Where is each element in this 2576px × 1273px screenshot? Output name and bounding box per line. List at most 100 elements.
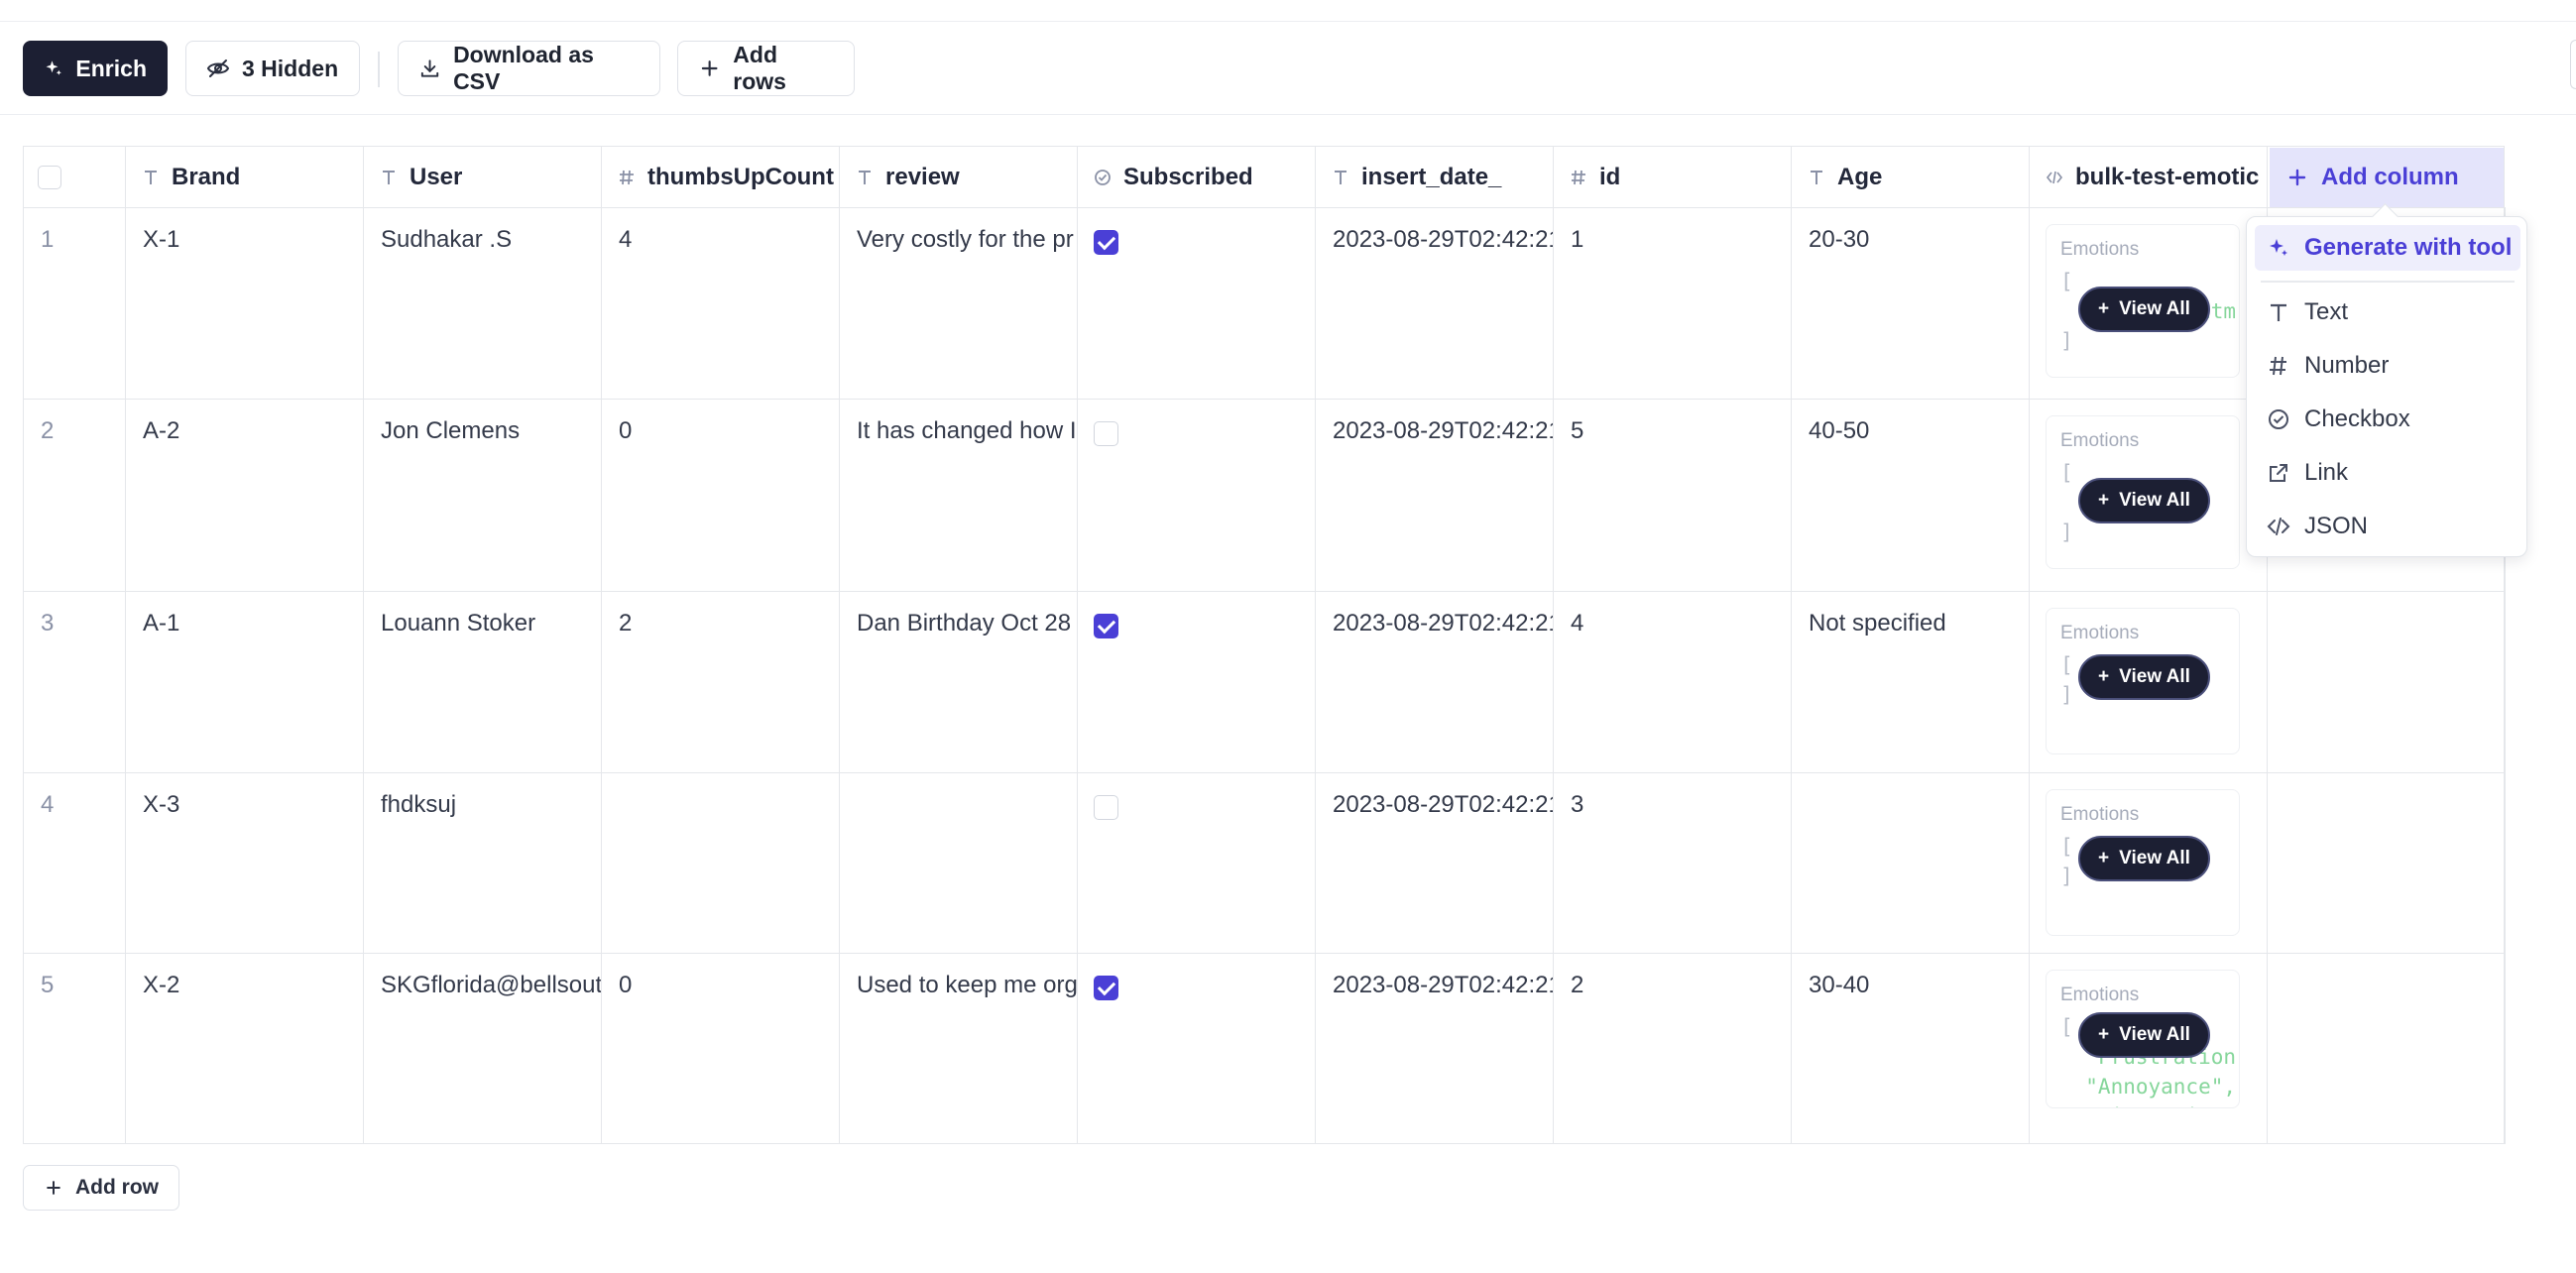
download-csv-button[interactable]: Download as CSV <box>398 41 660 96</box>
enrich-button[interactable]: Enrich <box>23 41 168 96</box>
external-link-icon <box>2270 464 2287 482</box>
cell-brand[interactable]: X-1 <box>126 208 364 399</box>
hidden-columns-button[interactable]: 3 Hidden <box>185 41 360 96</box>
cell-thumbs[interactable]: 0 <box>602 954 840 1143</box>
view-all-button[interactable]: + View All <box>2078 478 2210 523</box>
toolbar: Enrich 3 Hidden Download as CSV Add rows <box>0 22 2576 115</box>
plus-icon <box>2288 169 2306 186</box>
code-icon <box>2267 518 2290 535</box>
column-label: Brand <box>172 164 241 190</box>
cell-insert-date[interactable]: 2023-08-29T02:42:21. <box>1316 954 1554 1143</box>
cell-id[interactable]: 3 <box>1554 773 1792 953</box>
cell-user[interactable]: Louann Stoker <box>364 592 602 772</box>
cell-subscribed[interactable] <box>1078 773 1316 953</box>
add-rows-label: Add rows <box>733 42 786 94</box>
cell-emotions[interactable]: Emotions[ "Disappointm]+View All <box>2030 208 2268 399</box>
add-column-button[interactable]: Add column <box>2270 148 2504 207</box>
cell-subscribed[interactable] <box>1078 208 1316 399</box>
cell-age[interactable]: 20-30 <box>1792 208 2030 399</box>
column-header-thumbsupcount[interactable]: thumbsUpCount <box>602 147 840 208</box>
cell-user[interactable]: Sudhakar .S <box>364 208 602 399</box>
cell-review[interactable]: It has changed how I <box>840 400 1078 591</box>
menu-item-json[interactable]: JSON <box>2255 504 2520 549</box>
cell-emotions[interactable]: Emotions[ "Joy"]+View All <box>2030 400 2268 591</box>
column-header-user[interactable]: User <box>364 147 602 208</box>
cell-subscribed[interactable] <box>1078 592 1316 772</box>
cell-id[interactable]: 1 <box>1554 208 1792 399</box>
column-header-insert-date[interactable]: insert_date_ <box>1316 147 1554 208</box>
cell-age[interactable] <box>1792 773 2030 953</box>
column-header-age[interactable]: Age <box>1792 147 2030 208</box>
cell-review[interactable]: Used to keep me org <box>840 954 1078 1143</box>
cell-num: 4 <box>24 773 126 953</box>
cell-emotions[interactable]: Emotions[ "Frustration", "Annoyance", "D… <box>2030 954 2268 1143</box>
menu-item-generate-with-tool[interactable]: Generate with tool <box>2255 225 2520 271</box>
view-all-button[interactable]: + View All <box>2078 287 2210 332</box>
emotions-json-preview: Emotions[ "Disappointm]+View All <box>2046 224 2240 378</box>
cell-subscribed[interactable] <box>1078 400 1316 591</box>
checkbox-type-icon <box>2269 409 2288 429</box>
cell-id[interactable]: 4 <box>1554 592 1792 772</box>
subscribed-checkbox[interactable] <box>1094 976 1118 1000</box>
cell-thumbs[interactable]: 2 <box>602 592 840 772</box>
cell-age[interactable]: Not specified <box>1792 592 2030 772</box>
hidden-label: 3 Hidden <box>242 55 339 81</box>
emotions-json-preview: Emotions[ "Joy"]+View All <box>2046 415 2240 569</box>
table-row: 2 A-2 Jon Clemens 0 It has changed how I 2023… <box>24 400 2506 592</box>
cell-user[interactable]: Jon Clemens <box>364 400 602 591</box>
cell-brand[interactable]: X-2 <box>126 954 364 1143</box>
cell-review[interactable]: Very costly for the pr <box>840 208 1078 399</box>
plus-icon: + <box>2098 298 2110 319</box>
add-rows-button[interactable]: Add rows <box>677 41 855 96</box>
cell-review[interactable] <box>840 773 1078 953</box>
cell-thumbs[interactable]: 4 <box>602 208 840 399</box>
download-icon <box>420 59 439 77</box>
cell-id[interactable]: 5 <box>1554 400 1792 591</box>
add-row-button[interactable]: Add row <box>23 1165 179 1211</box>
sparkle-icon <box>2270 239 2287 256</box>
view-all-button[interactable]: + View All <box>2078 836 2210 881</box>
view-all-label: View All <box>2119 298 2190 319</box>
column-header-brand[interactable]: Brand <box>126 147 364 208</box>
cell-age[interactable]: 40-50 <box>1792 400 2030 591</box>
column-label: insert_date_ <box>1361 164 1502 190</box>
cell-id[interactable]: 2 <box>1554 954 1792 1143</box>
view-all-button[interactable]: + View All <box>2078 1012 2210 1058</box>
menu-item-number[interactable]: Number <box>2255 343 2520 389</box>
menu-item-text[interactable]: Text <box>2255 289 2520 335</box>
emotions-label: Emotions <box>2060 804 2140 825</box>
cell-user[interactable]: SKGflorida@bellsoutl <box>364 954 602 1143</box>
subscribed-checkbox[interactable] <box>1094 421 1118 446</box>
menu-item-link[interactable]: Link <box>2255 450 2520 496</box>
column-header-id[interactable]: id <box>1554 147 1792 208</box>
subscribed-checkbox[interactable] <box>1094 230 1118 255</box>
subscribed-checkbox[interactable] <box>1094 795 1118 820</box>
cell-thumbs[interactable]: 0 <box>602 400 840 591</box>
cell-thumbs[interactable] <box>602 773 840 953</box>
add-column-menu: Generate with tool Text Number Checkbox … <box>2246 216 2527 557</box>
top-strip <box>0 0 2576 22</box>
menu-item-checkbox[interactable]: Checkbox <box>2255 397 2520 442</box>
column-header-bulk-test-emotions[interactable]: bulk-test-emotic <box>2030 147 2268 208</box>
cell-emotions[interactable]: Emotions[] + View All <box>2030 773 2268 953</box>
column-header-subscribed[interactable]: Subscribed <box>1078 147 1316 208</box>
select-all-checkbox[interactable] <box>38 166 61 189</box>
cell-subscribed[interactable] <box>1078 954 1316 1143</box>
cell-insert-date[interactable]: 2023-08-29T02:42:21. <box>1316 208 1554 399</box>
cell-insert-date[interactable]: 2023-08-29T02:42:21. <box>1316 773 1554 953</box>
column-header-review[interactable]: review <box>840 147 1078 208</box>
cell-brand[interactable]: X-3 <box>126 773 364 953</box>
emotions-code-line: "Annoyance", <box>2060 1075 2237 1099</box>
subscribed-checkbox[interactable] <box>1094 614 1118 638</box>
cell-brand[interactable]: A-2 <box>126 400 364 591</box>
cell-review[interactable]: Dan Birthday Oct 28 <box>840 592 1078 772</box>
cell-insert-date[interactable]: 2023-08-29T02:42:21. <box>1316 400 1554 591</box>
cell-brand[interactable]: A-1 <box>126 592 364 772</box>
view-all-button[interactable]: + View All <box>2078 654 2210 700</box>
cell-insert-date[interactable]: 2023-08-29T02:42:21. <box>1316 592 1554 772</box>
cell-emotions[interactable]: Emotions[] + View All <box>2030 592 2268 772</box>
menu-item-label: Generate with tool <box>2304 234 2513 261</box>
cell-user[interactable]: fhdksuj <box>364 773 602 953</box>
cell-num: 1 <box>24 208 126 399</box>
cell-age[interactable]: 30-40 <box>1792 954 2030 1143</box>
